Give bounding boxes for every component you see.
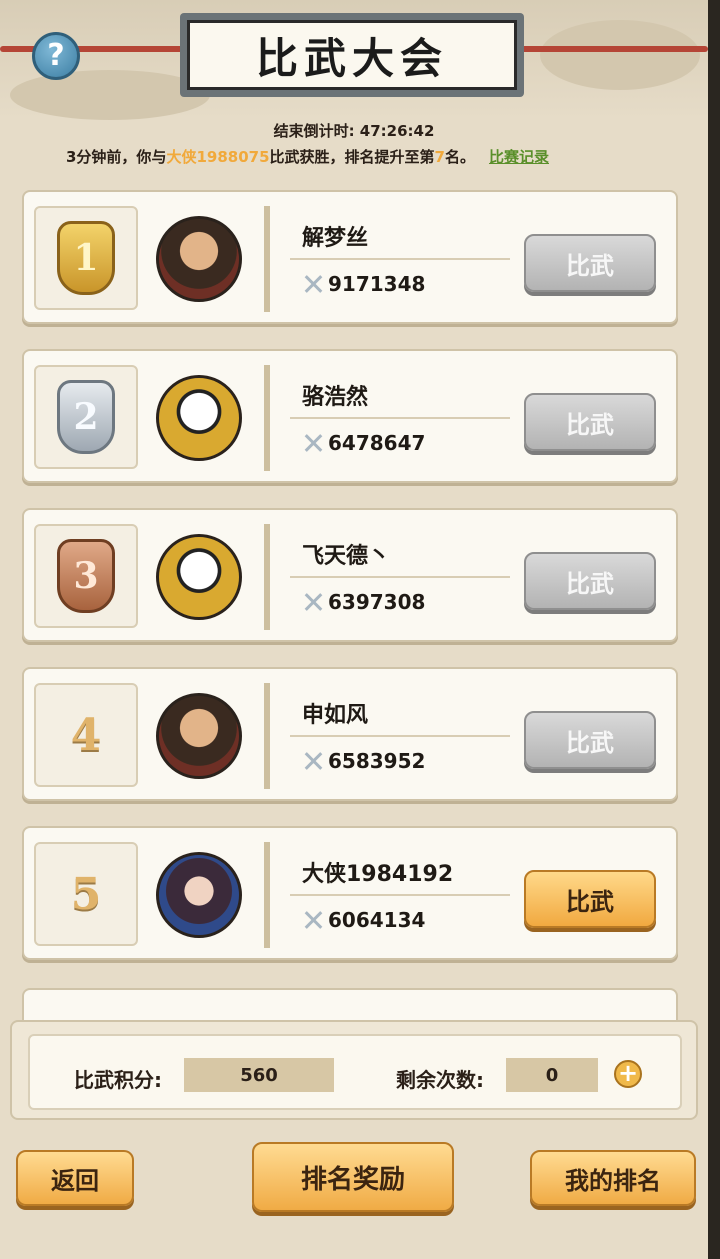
divider xyxy=(290,417,510,419)
power-number: 6064134 xyxy=(328,908,426,932)
silver-medal-icon: 2 xyxy=(57,380,115,454)
divider xyxy=(290,258,510,260)
player-info: 飞天德丶 6397308 比武 xyxy=(264,524,666,630)
avatar[interactable] xyxy=(156,216,242,302)
back-button[interactable]: 返回 xyxy=(16,1150,134,1206)
rank-number: 2 xyxy=(73,396,99,438)
challenge-button[interactable]: 比武 xyxy=(524,234,656,292)
power-value: 6583952 xyxy=(302,749,425,773)
title-plaque: 比武大会 xyxy=(180,13,524,97)
power-value: 6064134 xyxy=(302,908,425,932)
help-button[interactable]: ? xyxy=(32,32,80,80)
rank-badge-box: 3 xyxy=(34,524,138,628)
divider xyxy=(290,735,510,737)
bottom-bar: 返回 排名奖励 我的排名 xyxy=(0,1122,708,1259)
rank-badge-box: 5 xyxy=(34,842,138,946)
ranking-row: 4 申如风 6583952 比武 xyxy=(22,667,678,801)
cloud-decoration xyxy=(540,20,700,90)
match-record-link[interactable]: 比赛记录 xyxy=(489,148,549,166)
rank-reward-button[interactable]: 排名奖励 xyxy=(252,1142,454,1212)
bronze-medal-icon: 3 xyxy=(57,539,115,613)
player-info: 大侠1984192 6064134 比武 xyxy=(264,842,666,948)
rank-number: 5 xyxy=(70,868,102,920)
rank-number: 3 xyxy=(73,555,99,597)
countdown-label: 结束倒计时: xyxy=(273,122,355,140)
my-rank-button[interactable]: 我的排名 xyxy=(530,1150,696,1206)
divider xyxy=(290,576,510,578)
power-value: 6397308 xyxy=(302,590,425,614)
player-info: 申如风 6583952 比武 xyxy=(264,683,666,789)
player-info: 解梦丝 9171348 比武 xyxy=(264,206,666,312)
remaining-label: 剩余次数: xyxy=(396,1068,484,1092)
power-value: 6478647 xyxy=(302,431,425,455)
page-title: 比武大会 xyxy=(187,20,517,90)
power-value: 9171348 xyxy=(302,272,425,296)
rank-badge-box: 1 xyxy=(34,206,138,310)
question-icon: ? xyxy=(47,38,65,73)
notice-prefix: 3分钟前，你与 xyxy=(66,148,167,166)
score-panel-inner: 比武积分: 560 剩余次数: 0 + xyxy=(28,1034,682,1110)
crossed-swords-icon xyxy=(302,750,324,772)
notice-suffix: 名。 xyxy=(444,148,475,166)
avatar[interactable] xyxy=(156,852,242,938)
ranking-row: 1 解梦丝 9171348 比武 xyxy=(22,190,678,324)
avatar[interactable] xyxy=(156,375,242,461)
player-name: 飞天德丶 xyxy=(302,544,391,569)
divider xyxy=(290,894,510,896)
avatar[interactable] xyxy=(156,693,242,779)
ranking-row: 3 飞天德丶 6397308 比武 xyxy=(22,508,678,642)
rank-badge-box: 2 xyxy=(34,365,138,469)
rank-badge-box: 4 xyxy=(34,683,138,787)
screen-edge xyxy=(708,0,720,1259)
countdown: 结束倒计时: 47:26:42 xyxy=(0,120,708,141)
crossed-swords-icon xyxy=(302,909,324,931)
notice-middle: 比武获胜，排名提升至第 xyxy=(269,148,435,166)
points-label: 比武积分: xyxy=(74,1068,162,1092)
score-panel: 比武积分: 560 剩余次数: 0 + xyxy=(10,1020,698,1120)
power-number: 6478647 xyxy=(328,431,426,455)
avatar[interactable] xyxy=(156,534,242,620)
rank-number: 4 xyxy=(70,709,102,761)
player-name: 申如风 xyxy=(302,703,369,728)
gold-medal-icon: 1 xyxy=(57,221,115,295)
crossed-swords-icon xyxy=(302,273,324,295)
power-number: 9171348 xyxy=(328,272,426,296)
challenge-button[interactable]: 比武 xyxy=(524,393,656,451)
battle-notice: 3分钟前，你与大侠1988075比武获胜，排名提升至第7名。 比赛记录 xyxy=(66,146,549,167)
challenge-button[interactable]: 比武 xyxy=(524,552,656,610)
ranking-row: 2 骆浩然 6478647 比武 xyxy=(22,349,678,483)
points-value: 560 xyxy=(184,1058,334,1092)
power-number: 6397308 xyxy=(328,590,426,614)
rope-decoration xyxy=(510,46,708,52)
player-name: 大侠1984192 xyxy=(302,862,454,887)
rope-decoration xyxy=(0,46,190,52)
player-name: 骆浩然 xyxy=(302,385,369,410)
notice-opponent: 大侠1988075 xyxy=(166,148,270,166)
rank-number: 1 xyxy=(73,237,99,279)
crossed-swords-icon xyxy=(302,591,324,613)
crossed-swords-icon xyxy=(302,432,324,454)
challenge-button[interactable]: 比武 xyxy=(524,711,656,769)
player-name: 解梦丝 xyxy=(302,226,369,251)
countdown-value: 47:26:42 xyxy=(359,122,435,140)
challenge-button[interactable]: 比武 xyxy=(524,870,656,928)
remaining-value: 0 xyxy=(506,1058,598,1092)
add-attempts-button[interactable]: + xyxy=(614,1060,642,1088)
power-number: 6583952 xyxy=(328,749,426,773)
player-info: 骆浩然 6478647 比武 xyxy=(264,365,666,471)
ranking-row: 5 大侠1984192 6064134 比武 xyxy=(22,826,678,960)
notice-rank: 7 xyxy=(434,148,445,166)
